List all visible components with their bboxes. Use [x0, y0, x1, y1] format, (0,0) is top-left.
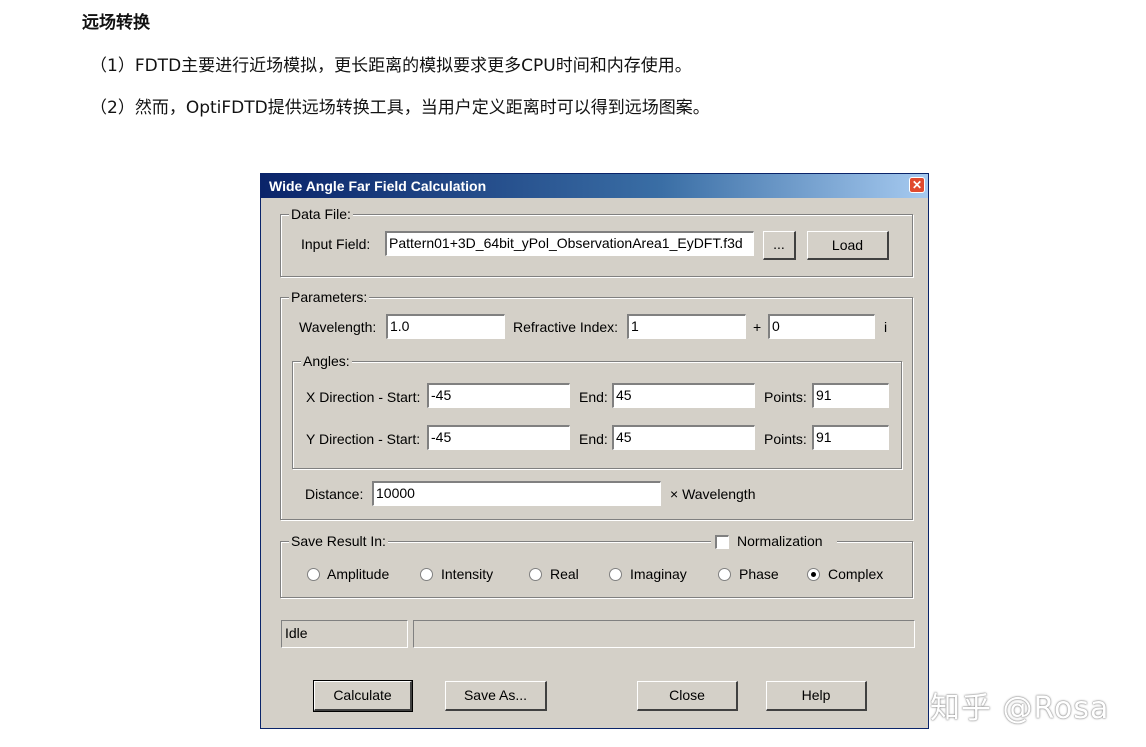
refractive-imag-input[interactable]: 0 [768, 314, 875, 339]
angles-group-label: Angles: [301, 353, 352, 369]
x-direction-label: X Direction - Start: [306, 389, 421, 405]
article-line-2: （2）然而，OptiFDTD提供远场转换工具，当用户定义距离时可以得到远场图案。 [90, 98, 710, 118]
watermark: 知乎 @Rosa [930, 691, 1110, 726]
progress-bar [413, 620, 915, 648]
wavelength-label: Wavelength: [299, 319, 377, 335]
radio-phase[interactable] [718, 568, 731, 581]
radio-intensity[interactable] [420, 568, 433, 581]
plus-sign: + [753, 319, 762, 335]
y-points-input[interactable]: 91 [812, 425, 889, 450]
distance-input[interactable]: 10000 [372, 481, 661, 506]
radio-amplitude[interactable] [307, 568, 320, 581]
x-end-label: End: [579, 389, 608, 405]
dialog-titlebar[interactable]: Wide Angle Far Field Calculation ✕ [261, 174, 928, 198]
load-button[interactable]: Load [807, 231, 889, 260]
help-button[interactable]: Help [766, 681, 867, 711]
data-file-group-label: Data File: [289, 206, 353, 222]
wavelength-input[interactable]: 1.0 [386, 314, 505, 339]
radio-label-imaginay[interactable]: Imaginay [630, 566, 687, 582]
input-field-label: Input Field: [301, 236, 371, 252]
refractive-index-input[interactable]: 1 [627, 314, 746, 339]
status-text: Idle [281, 620, 408, 648]
close-button[interactable]: Close [637, 681, 738, 711]
x-points-input[interactable]: 91 [812, 383, 889, 408]
article-line-1: （1）FDTD主要进行近场模拟，更长距离的模拟要求更多CPU时间和内存使用。 [90, 56, 692, 76]
normalization-option[interactable]: Normalization [711, 533, 837, 551]
x-end-input[interactable]: 45 [612, 383, 755, 408]
browse-button[interactable]: ... [763, 231, 796, 260]
refractive-index-label: Refractive Index: [513, 319, 619, 335]
save-result-group: Save Result In: Normalization Amplitude … [280, 533, 913, 598]
y-end-label: End: [579, 431, 608, 447]
save-as-button[interactable]: Save As... [445, 681, 547, 711]
y-direction-label: Y Direction - Start: [306, 431, 421, 447]
y-start-input[interactable]: -45 [427, 425, 570, 450]
distance-label: Distance: [305, 486, 364, 502]
parameters-group: Parameters: Wavelength: 1.0 Refractive I… [280, 289, 913, 520]
input-field[interactable]: Pattern01+3D_64bit_yPol_ObservationArea1… [385, 231, 754, 256]
normalization-checkbox[interactable] [715, 535, 729, 549]
radio-real[interactable] [529, 568, 542, 581]
far-field-dialog: Wide Angle Far Field Calculation ✕ Data … [260, 173, 929, 729]
calculate-button[interactable]: Calculate [313, 680, 413, 712]
parameters-group-label: Parameters: [289, 289, 370, 305]
x-start-input[interactable]: -45 [427, 383, 570, 408]
angles-group: Angles: X Direction - Start: -45 End: 45… [292, 353, 902, 469]
radio-imaginay[interactable] [609, 568, 622, 581]
article-heading: 远场转换 [82, 13, 150, 33]
distance-unit-label: × Wavelength [670, 486, 756, 502]
radio-label-real[interactable]: Real [550, 566, 579, 582]
close-icon[interactable]: ✕ [909, 177, 925, 193]
imag-unit-label: i [884, 319, 888, 335]
radio-label-phase[interactable]: Phase [739, 566, 779, 582]
y-points-label: Points: [764, 431, 807, 447]
save-result-group-label: Save Result In: [289, 533, 388, 549]
normalization-label: Normalization [737, 533, 823, 549]
radio-label-complex[interactable]: Complex [828, 566, 883, 582]
data-file-group: Data File: Input Field: Pattern01+3D_64b… [280, 206, 913, 277]
x-points-label: Points: [764, 389, 807, 405]
radio-label-intensity[interactable]: Intensity [441, 566, 493, 582]
y-end-input[interactable]: 45 [612, 425, 755, 450]
dialog-title: Wide Angle Far Field Calculation [269, 178, 487, 194]
radio-label-amplitude[interactable]: Amplitude [327, 566, 389, 582]
radio-complex[interactable] [807, 568, 820, 581]
